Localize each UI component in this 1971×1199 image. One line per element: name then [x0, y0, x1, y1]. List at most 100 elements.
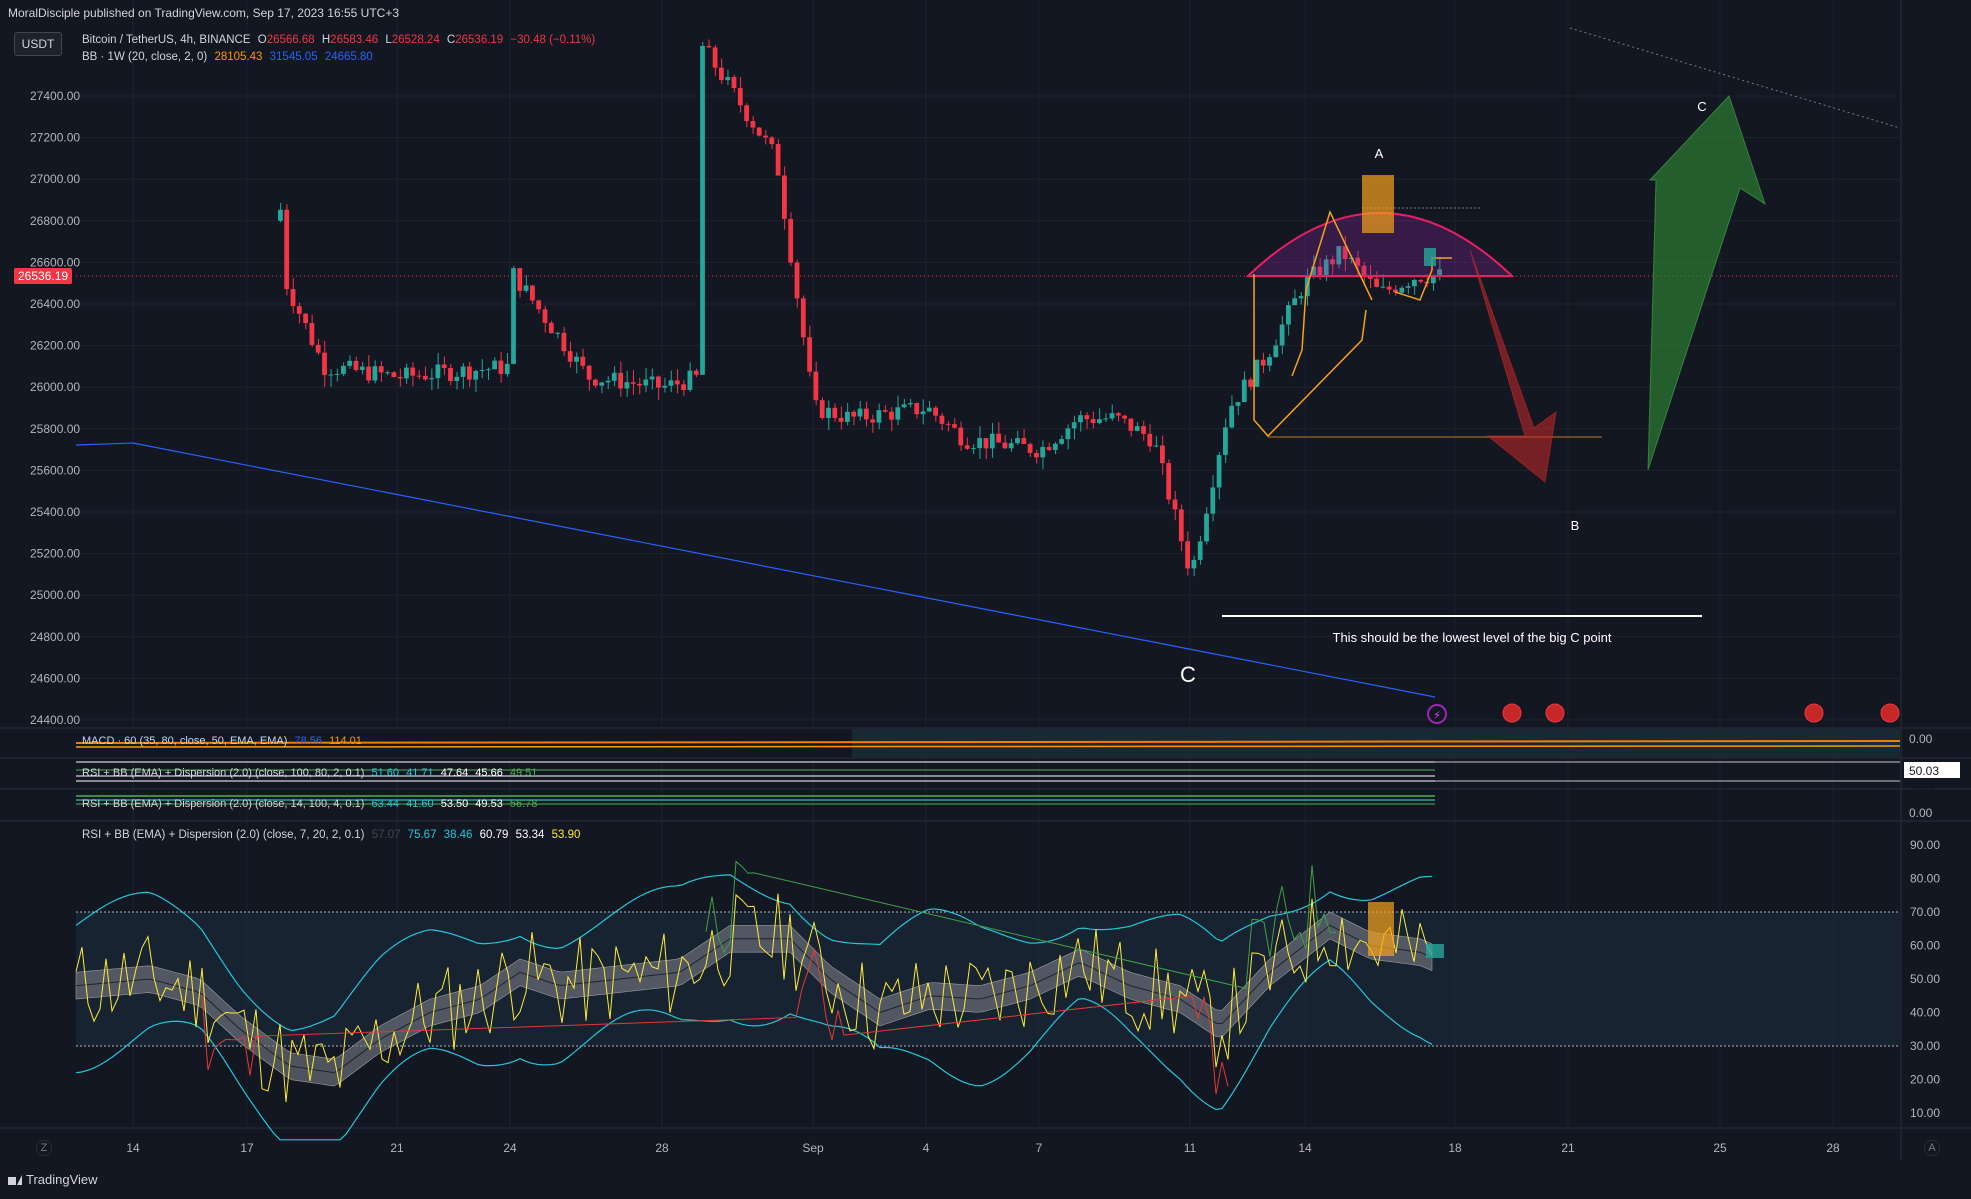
rsi-axis-label: 80.00: [1910, 872, 1940, 886]
orange-highlight-box[interactable]: [1362, 175, 1394, 233]
candle-body: [863, 408, 869, 420]
candle-body: [555, 332, 560, 334]
candle-body: [523, 285, 529, 291]
candle-body: [454, 376, 460, 382]
candle-body: [296, 306, 302, 314]
candle-body: [473, 370, 479, 380]
candle-body: [441, 364, 447, 369]
macd-title[interactable]: MACD · 60 (35, 80, close, 50, EMA, EMA): [82, 735, 287, 747]
candle-body: [1374, 278, 1379, 287]
candle-body: [1223, 427, 1228, 456]
candle-body: [290, 289, 296, 307]
price-axis-label: 24800.00: [30, 630, 80, 644]
rsi-teal-box[interactable]: [1426, 944, 1444, 958]
legend-h-label: H: [321, 34, 331, 46]
candle-body: [448, 368, 453, 382]
legend-title[interactable]: Bitcoin / TetherUS, 4h, BINANCE: [82, 34, 251, 46]
candle-body: [1166, 463, 1172, 500]
candle-body: [1412, 280, 1417, 287]
candle-body: [977, 438, 983, 449]
candle-body: [542, 309, 548, 323]
candle-body: [775, 144, 781, 176]
candle-body: [1103, 418, 1109, 420]
price-axis-label: 24400.00: [30, 713, 80, 727]
price-axis-label: 26000.00: [30, 380, 80, 394]
candle-body: [561, 332, 567, 352]
price-axis[interactable]: 27400.0027200.0027000.0026800.0026600.00…: [30, 89, 80, 727]
price-axis-label: 25200.00: [30, 547, 80, 561]
macd-axis-value: 0.00: [1909, 732, 1933, 746]
candle-body: [845, 411, 850, 422]
candle-body: [278, 209, 283, 221]
bb-legend-v1: 28105.43: [214, 51, 263, 63]
candle-body: [359, 366, 365, 370]
tradingview-logo-icon: [8, 1174, 22, 1185]
candle-body: [353, 360, 359, 370]
candle-body: [1040, 446, 1046, 458]
candle-body: [416, 375, 422, 377]
candle-body: [548, 322, 554, 334]
main-legend: Bitcoin / TetherUS, 4h, BINANCE O26566.6…: [82, 34, 599, 46]
candle-body: [467, 366, 472, 380]
rsi-axis-label: 20.00: [1910, 1073, 1940, 1087]
candle-body: [1204, 513, 1209, 542]
time-axis[interactable]: 14 17 21 24 28 Sep 4 7 11 14 18 21 25 28: [126, 1141, 1840, 1155]
rsi-orange-box[interactable]: [1368, 902, 1394, 956]
candle-body: [800, 298, 806, 338]
candle-body: [593, 379, 598, 386]
candle-body: [580, 356, 586, 366]
rsi1-axis-value-2: 44.98: [1909, 782, 1934, 793]
chart-canvas[interactable]: A B C C This should be the lowest level …: [0, 0, 1971, 1199]
red-down-arrow[interactable]: [1469, 249, 1557, 483]
label-a: A: [1375, 146, 1384, 161]
candle-body: [1292, 298, 1298, 306]
rsi2-axis-value: 0.00: [1909, 806, 1933, 820]
candle-body: [782, 175, 787, 220]
candle-body: [410, 367, 416, 376]
time-axis-label: 18: [1448, 1141, 1462, 1155]
candle-body: [700, 45, 705, 375]
rsi1-v1: 51.60: [371, 767, 400, 779]
time-axis-label: 21: [390, 1141, 404, 1155]
price-axis-label: 26400.00: [30, 297, 80, 311]
green-up-arrow[interactable]: [1647, 95, 1766, 471]
timezone-corner-button[interactable]: Z: [36, 1140, 52, 1156]
rsi-axis-label: 30.00: [1910, 1039, 1940, 1053]
candle-body: [1235, 402, 1241, 406]
candle-body: [1097, 419, 1102, 423]
candle-body: [624, 382, 630, 389]
label-b: B: [1571, 518, 1580, 533]
bb-legend-title[interactable]: BB · 1W (20, close, 2, 0): [82, 51, 207, 63]
rsi2-title[interactable]: RSI + BB (EMA) + Dispersion (2.0) (close…: [82, 798, 364, 810]
bb-legend-v2: 31545.05: [269, 51, 318, 63]
orange-pattern-lines[interactable]: [1253, 274, 1367, 438]
candle-body: [656, 376, 661, 388]
rsi1-title[interactable]: RSI + BB (EMA) + Dispersion (2.0) (close…: [82, 767, 364, 779]
candle-body: [1052, 443, 1058, 451]
legend-o-label: O: [257, 34, 267, 46]
candle-body: [687, 370, 693, 390]
candle-body: [599, 382, 605, 386]
candle-body: [662, 385, 668, 388]
candle-body: [328, 374, 334, 376]
candle-body: [681, 384, 686, 390]
rsi3-title[interactable]: RSI + BB (EMA) + Dispersion (2.0) (close…: [82, 829, 365, 841]
blue-trend-line-2[interactable]: [132, 442, 1436, 698]
candle-body: [460, 366, 466, 377]
tradingview-logo-text: TradingView: [26, 1172, 98, 1187]
candle-body: [1178, 509, 1184, 542]
candle-body: [813, 371, 819, 401]
candle-body: [1380, 286, 1386, 288]
time-axis-label: 24: [503, 1141, 517, 1155]
candle-body: [971, 448, 976, 450]
blue-trend-line[interactable]: [75, 442, 134, 446]
auto-scale-button[interactable]: A: [1924, 1140, 1940, 1156]
candle-body: [1128, 418, 1134, 431]
candle-body: [920, 411, 926, 415]
time-axis-label: 25: [1713, 1141, 1727, 1155]
rsi-axis[interactable]: 90.00 80.00 70.00 60.00 50.00 40.00 30.00 20.00…: [1910, 838, 1940, 1120]
teal-highlight-box[interactable]: [1424, 248, 1436, 266]
symbol-currency-box[interactable]: USDT: [14, 32, 62, 56]
candle-body: [983, 438, 989, 449]
tradingview-logo[interactable]: TradingView: [8, 1172, 98, 1187]
